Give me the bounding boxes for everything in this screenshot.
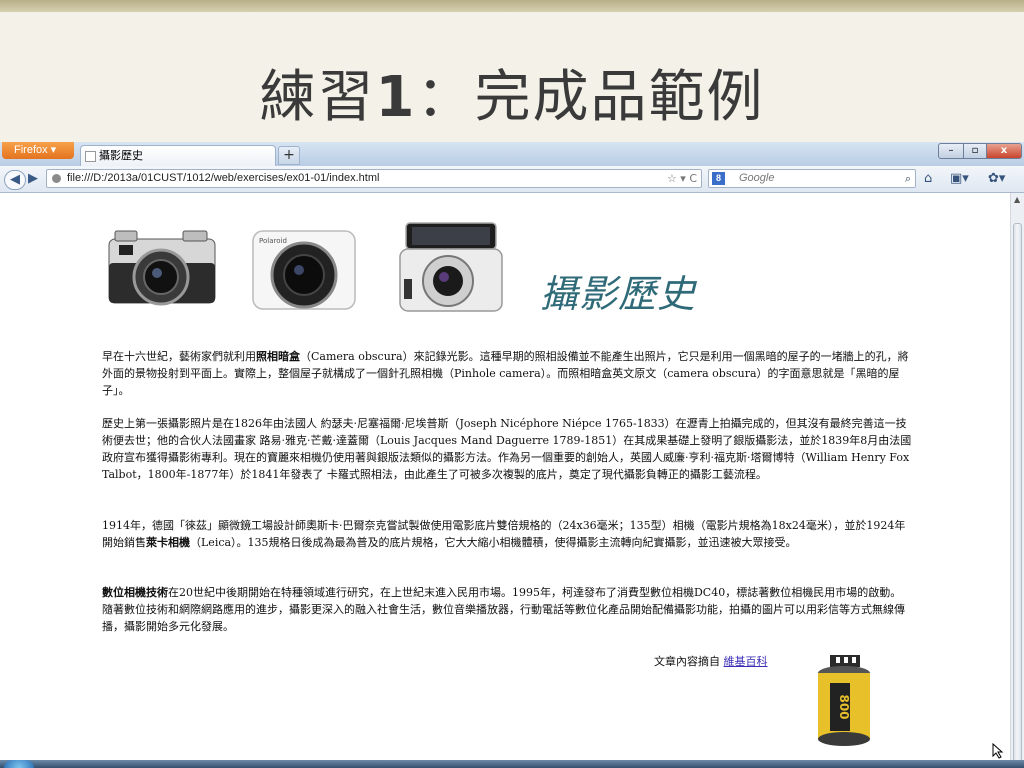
page-content: Polaroid 攝影歷史 早在十六世紀，藝術家們就利用照相暗盒（Camera …: [0, 193, 1010, 768]
wikipedia-link[interactable]: 維基百科: [724, 655, 768, 668]
slide-top-band: [0, 0, 1024, 12]
bookmarks-icon[interactable]: ▣▾: [950, 170, 969, 188]
retro-camera-image: [108, 230, 216, 306]
paragraph-digital-camera: 數位相機技術在20世紀中後期開始在特種領域進行研究，在上世紀末進入民用市場。19…: [102, 586, 905, 633]
vertical-scrollbar[interactable]: ▲: [1010, 193, 1024, 768]
search-icon[interactable]: ⌕: [905, 170, 911, 187]
browser-tab[interactable]: 攝影歷史: [80, 145, 276, 166]
page-favicon-icon: [85, 151, 96, 162]
close-window-button[interactable]: x: [986, 143, 1022, 159]
back-button[interactable]: ◀: [4, 170, 26, 190]
svg-text:Polaroid: Polaroid: [259, 237, 287, 245]
mouse-cursor-icon: [992, 743, 1004, 759]
source-note: 文章內容摘自 維基百科: [654, 655, 768, 668]
google-engine-icon[interactable]: 8: [712, 172, 725, 185]
paragraph-camera-obscura: 早在十六世紀，藝術家們就利用照相暗盒（Camera obscura）來記錄光影。…: [102, 350, 909, 397]
windows-taskbar: [0, 760, 1024, 768]
arrow-right-icon: ▶: [28, 171, 38, 186]
firefox-menu-button[interactable]: Firefox ▾: [2, 142, 74, 159]
compact-camera-image: [399, 222, 503, 312]
addons-icon[interactable]: ✿▾: [988, 170, 1005, 188]
url-text: file:///D:/2013a/01CUST/1012/web/exercis…: [67, 172, 380, 184]
home-icon[interactable]: ⌂: [924, 170, 932, 188]
slide-title: 練習1：完成品範例: [259, 65, 765, 130]
search-placeholder: Google: [739, 172, 775, 184]
film-canister-image: 800: [818, 655, 870, 746]
bookmark-reload-controls[interactable]: ☆ ▾ C: [667, 170, 697, 187]
arrow-left-icon: ◀: [10, 172, 20, 187]
globe-icon: [52, 174, 61, 183]
new-tab-button[interactable]: +: [278, 146, 300, 165]
minimize-button[interactable]: –: [938, 143, 964, 159]
browser-window: Firefox ▾ 攝影歷史 + – ▫ x ◀ ▶ file:///D:/20…: [0, 142, 1024, 768]
scroll-up-icon[interactable]: ▲: [1014, 195, 1020, 204]
tab-title: 攝影歷史: [99, 150, 143, 162]
white-camera-image: Polaroid: [252, 230, 356, 310]
address-bar[interactable]: file:///D:/2013a/01CUST/1012/web/exercis…: [46, 169, 702, 188]
browser-titlebar: Firefox ▾ 攝影歷史 + – ▫ x: [0, 142, 1024, 166]
maximize-button[interactable]: ▫: [963, 143, 987, 159]
page-heading: 攝影歷史: [540, 272, 697, 316]
navigation-toolbar: ◀ ▶ file:///D:/2013a/01CUST/1012/web/exe…: [0, 166, 1024, 193]
start-button[interactable]: [4, 760, 34, 768]
search-bar[interactable]: 8 Google ⌕: [708, 169, 916, 188]
film-label: 800: [837, 694, 851, 719]
forward-button[interactable]: ▶: [26, 170, 40, 188]
paragraph-first-photo: 歷史上第一張攝影照片是在1826年由法國人 約瑟夫·尼塞福爾·尼埃普斯（Jose…: [102, 417, 912, 481]
scrollbar-thumb[interactable]: [1013, 223, 1022, 763]
paragraph-leica: 1914年，德國「徠茲」顯微鏡工場設計師奧斯卡·巴爾奈克嘗試製做使用電影底片雙倍…: [102, 519, 906, 549]
